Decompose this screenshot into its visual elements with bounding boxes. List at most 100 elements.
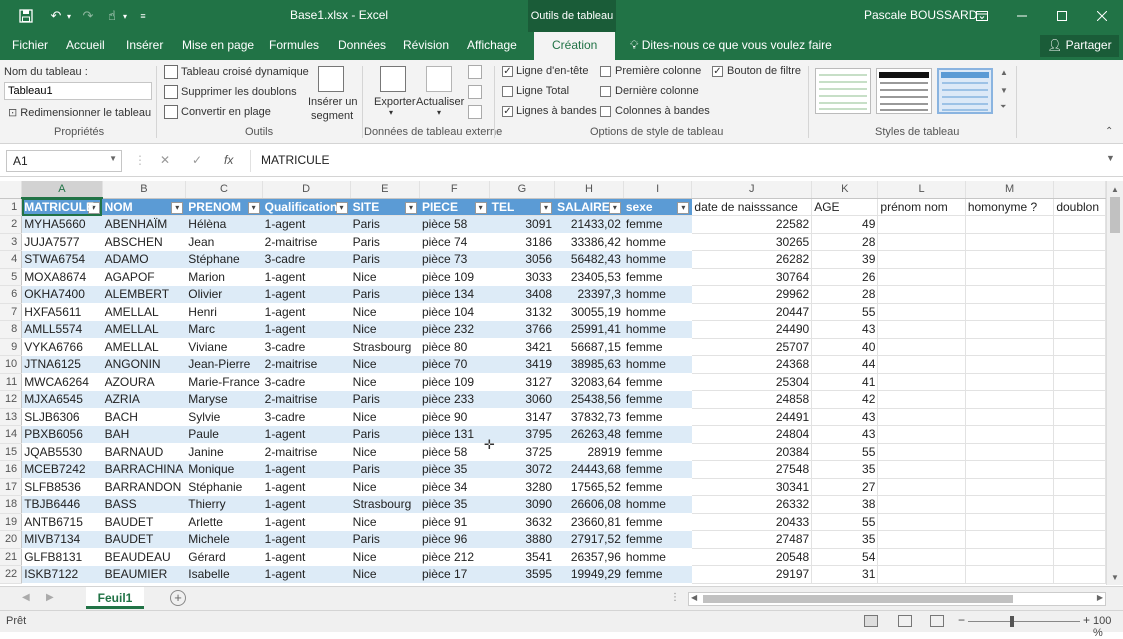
cell[interactable]: 24490 xyxy=(691,320,813,339)
column-header[interactable]: K xyxy=(811,181,879,199)
cell[interactable]: 29197 xyxy=(691,565,813,584)
cell[interactable]: 3421 xyxy=(489,338,556,356)
cell[interactable]: 40 xyxy=(811,338,879,356)
cell[interactable]: 28 xyxy=(811,233,879,251)
cell[interactable]: Nice xyxy=(350,303,420,321)
row-header[interactable]: 5 xyxy=(0,268,23,286)
save-icon[interactable] xyxy=(16,6,36,26)
table-header-cell[interactable]: ▾ Qualification xyxy=(262,198,351,216)
touch-mode-icon[interactable]: ☝ xyxy=(102,6,122,26)
cell[interactable]: 30055,19 xyxy=(554,303,624,321)
cell[interactable] xyxy=(965,495,1055,514)
row-header[interactable]: 19 xyxy=(0,513,23,531)
tab-inserer[interactable]: Insérer xyxy=(126,38,163,52)
cell[interactable]: homme xyxy=(623,355,693,374)
column-header[interactable]: H xyxy=(554,181,624,199)
table-header-cell[interactable]: ▾ sexe xyxy=(623,198,693,216)
cell[interactable]: 3-cadre xyxy=(262,408,351,426)
properties-icon[interactable] xyxy=(468,65,482,79)
cell[interactable] xyxy=(1053,530,1106,549)
refresh-button[interactable]: Actualiser xyxy=(416,96,464,108)
zoom-level[interactable]: 100 % xyxy=(1093,615,1123,639)
cell[interactable]: SLFB8536 xyxy=(21,478,103,496)
cell[interactable]: BEAUMIER xyxy=(102,565,187,584)
tab-formules[interactable]: Formules xyxy=(269,38,319,52)
cell[interactable]: 24368 xyxy=(691,355,813,374)
cell[interactable]: pièce 74 xyxy=(419,233,490,251)
row-header[interactable]: 14 xyxy=(0,425,23,444)
cell[interactable]: Nice xyxy=(350,355,420,374)
cell[interactable]: 26606,08 xyxy=(554,495,624,514)
cell[interactable]: femme xyxy=(623,530,693,549)
touch-dropdown-icon[interactable]: ▾ xyxy=(120,6,130,26)
filter-dropdown-icon[interactable]: ▾ xyxy=(335,201,348,214)
cell[interactable] xyxy=(877,355,966,374)
cell[interactable]: 3033 xyxy=(489,268,556,286)
cell[interactable]: Nice xyxy=(350,513,420,531)
cell[interactable]: 1-agent xyxy=(262,268,351,286)
cell[interactable]: femme xyxy=(623,390,693,409)
worksheet-grid[interactable]: A B C D E F G H I J K L M 1 ▾ MATRICULE ▾ NOM ▾ PRENOM ▾ Qual… xyxy=(0,181,1106,585)
row-header[interactable]: 2 xyxy=(0,215,23,234)
cell[interactable]: SLJB6306 xyxy=(21,408,103,426)
cell[interactable]: PBXB6056 xyxy=(21,425,103,444)
cell[interactable] xyxy=(965,425,1055,444)
cell[interactable] xyxy=(1053,513,1106,531)
cell[interactable] xyxy=(1053,268,1106,286)
cell[interactable]: 3127 xyxy=(489,373,556,391)
column-header[interactable]: I xyxy=(623,181,693,199)
cell[interactable] xyxy=(1053,320,1106,339)
minimize-icon[interactable] xyxy=(1002,0,1042,32)
cell[interactable]: Strasbourg xyxy=(350,338,420,356)
cell[interactable]: Nice xyxy=(350,408,420,426)
cell[interactable]: 38985,63 xyxy=(554,355,624,374)
cell[interactable]: MCEB7242 xyxy=(21,460,103,479)
cell[interactable]: 1-agent xyxy=(262,495,351,514)
cell[interactable] xyxy=(1053,565,1106,584)
cell[interactable] xyxy=(1053,250,1106,269)
maximize-icon[interactable] xyxy=(1042,0,1082,32)
row-header[interactable]: 4 xyxy=(0,250,23,269)
cell[interactable]: BEAUDEAU xyxy=(102,548,187,566)
header-row-checkbox[interactable]: ✓ xyxy=(502,66,513,77)
cell[interactable] xyxy=(1053,425,1106,444)
open-browser-icon[interactable] xyxy=(468,85,482,99)
cell[interactable]: 30265 xyxy=(691,233,813,251)
row-header[interactable]: 15 xyxy=(0,443,23,461)
cell[interactable] xyxy=(877,250,966,269)
column-header[interactable]: C xyxy=(185,181,263,199)
cell[interactable]: GLFB8131 xyxy=(21,548,103,566)
cell[interactable]: 35 xyxy=(811,530,879,549)
cell[interactable] xyxy=(965,548,1055,566)
cell[interactable]: ADAMO xyxy=(102,250,187,269)
cell[interactable]: Nice xyxy=(350,320,420,339)
cell[interactable] xyxy=(877,320,966,339)
cell[interactable]: 26 xyxy=(811,268,879,286)
cell[interactable] xyxy=(965,460,1055,479)
row-header[interactable]: 21 xyxy=(0,548,23,566)
filter-dropdown-icon[interactable]: ▾ xyxy=(171,201,184,214)
horizontal-scroll-thumb[interactable] xyxy=(703,595,1013,603)
cell[interactable]: Olivier xyxy=(185,285,263,304)
insert-function-icon[interactable]: fx xyxy=(224,153,233,167)
tab-revision[interactable]: Révision xyxy=(403,38,449,52)
cell[interactable]: homme xyxy=(623,250,693,269)
first-column-checkbox[interactable] xyxy=(600,66,611,77)
cell[interactable] xyxy=(1053,373,1106,391)
scroll-right-icon[interactable]: ▶ xyxy=(1097,593,1103,602)
cell[interactable]: pièce 17 xyxy=(419,565,490,584)
cell[interactable] xyxy=(1053,548,1106,566)
cell[interactable] xyxy=(877,530,966,549)
cell[interactable]: 39 xyxy=(811,250,879,269)
banded-rows-checkbox[interactable]: ✓ xyxy=(502,106,513,117)
cell[interactable]: 38 xyxy=(811,495,879,514)
row-header[interactable]: 17 xyxy=(0,478,23,496)
cell[interactable]: Marion xyxy=(185,268,263,286)
column-header[interactable]: E xyxy=(350,181,420,199)
tab-creation[interactable]: Création xyxy=(534,32,616,60)
cell[interactable]: ISKB7122 xyxy=(21,565,103,584)
table-header-cell[interactable]: ▾ PIECE xyxy=(419,198,490,216)
cell[interactable]: AMELLAL xyxy=(102,320,187,339)
cell[interactable]: 37832,73 xyxy=(554,408,624,426)
table-header-cell[interactable]: ▾ SALAIRE xyxy=(554,198,624,216)
